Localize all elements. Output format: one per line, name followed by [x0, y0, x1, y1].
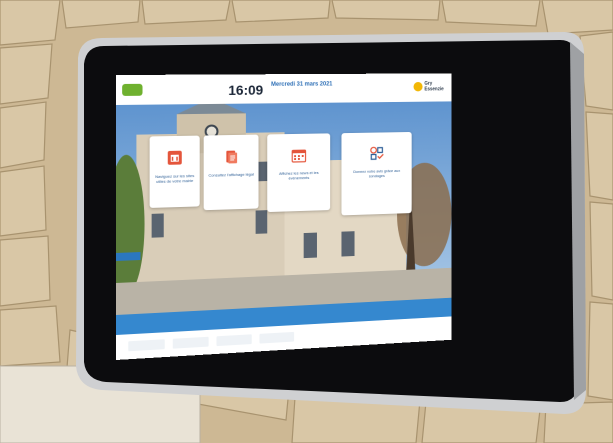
date-label: Mercredi 31 mars 2021 [271, 82, 332, 88]
nav-item[interactable] [173, 337, 209, 349]
nav-item[interactable] [128, 339, 164, 351]
tile-label: Naviguez sur les sites utiles de votre m… [154, 173, 196, 184]
tile-town-sites[interactable]: Naviguez sur les sites utiles de votre m… [150, 136, 200, 208]
screen-area: 16:09 Mercredi 31 mars 2021 Gry Essenzie [116, 75, 466, 375]
brand-logo: Gry Essenzie [414, 80, 447, 95]
tile-label: Donnez votre avis grâce aux sondages [345, 168, 408, 179]
clock: 16:09 [228, 82, 263, 98]
document-display-icon [223, 149, 239, 165]
brand-line-2: Essenzie [424, 86, 443, 92]
tile-surveys[interactable]: Donnez votre avis grâce aux sondages [341, 132, 411, 215]
tile-label: Consultez l'affichage légal [208, 172, 255, 178]
municipal-building-icon [167, 150, 183, 166]
kiosk-screen: 16:09 Mercredi 31 mars 2021 Gry Essenzie [116, 73, 451, 360]
tile-legal-notices[interactable]: Consultez l'affichage légal [204, 135, 259, 211]
town-logo [122, 84, 142, 96]
calendar-icon [291, 147, 306, 163]
nav-item[interactable] [260, 332, 295, 344]
sun-icon [414, 82, 423, 91]
tile-news-events[interactable]: Affichez les news et les évènements [267, 133, 330, 212]
tile-label: Affichez les news et les évènements [271, 170, 326, 181]
nav-item[interactable] [217, 334, 252, 346]
home-button[interactable] [116, 252, 140, 261]
survey-checklist-icon [369, 146, 384, 162]
